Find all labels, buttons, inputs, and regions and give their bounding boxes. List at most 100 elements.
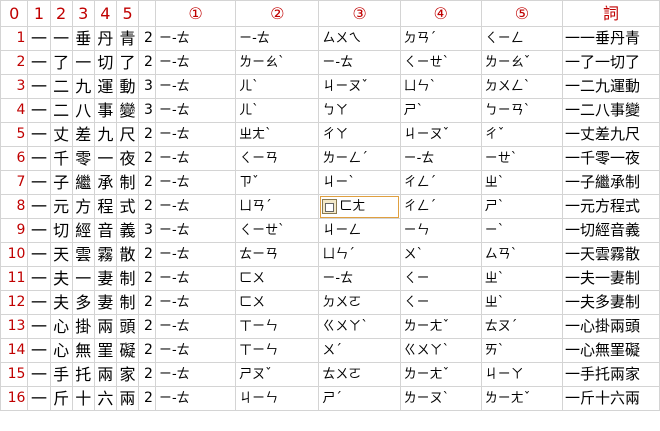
char-cell[interactable]: 罣 xyxy=(93,338,117,363)
count-cell[interactable]: 3 xyxy=(138,98,156,123)
char-cell[interactable]: 繼 xyxy=(71,170,95,195)
column-header-cell[interactable]: 5 xyxy=(115,0,140,27)
char-cell[interactable]: 一 xyxy=(27,218,51,243)
char-cell[interactable]: 一 xyxy=(49,26,73,51)
zhuyin-cell[interactable]: ㄦˋ xyxy=(235,74,320,99)
count-cell[interactable]: 3 xyxy=(138,74,156,99)
char-cell[interactable]: 了 xyxy=(115,50,140,75)
zhuyin-cell[interactable]: ㄧ-ㄊ xyxy=(154,290,237,315)
zhuyin-cell[interactable]: ㄨˊ xyxy=(318,338,401,363)
count-cell[interactable]: 2 xyxy=(138,194,156,219)
zhuyin-cell[interactable]: ㄐㄧㄚ xyxy=(480,362,563,387)
count-cell[interactable]: 3 xyxy=(138,218,156,243)
zhuyin-cell[interactable]: ㄧ-ㄊ xyxy=(154,74,237,99)
zhuyin-cell[interactable]: ㄧ-ㄊ xyxy=(235,26,320,51)
zhuyin-cell[interactable]: ㄑㄧㄝˋ xyxy=(399,50,482,75)
column-header-cell[interactable]: 3 xyxy=(71,0,95,27)
char-cell[interactable]: 霧 xyxy=(93,242,117,267)
char-cell[interactable]: 心 xyxy=(49,338,73,363)
row-number-cell[interactable]: 6 xyxy=(0,146,29,171)
column-header-cell[interactable] xyxy=(138,0,156,27)
zhuyin-cell[interactable]: ㄌㄧㄠˋ xyxy=(235,50,320,75)
char-cell[interactable]: 多 xyxy=(71,290,95,315)
word-cell[interactable]: 一一垂丹青 xyxy=(561,26,660,51)
char-cell[interactable]: 家 xyxy=(115,362,140,387)
char-cell[interactable]: 妻 xyxy=(93,266,117,291)
char-cell[interactable]: 零 xyxy=(71,146,95,171)
row-number-cell[interactable]: 5 xyxy=(0,122,29,147)
zhuyin-cell[interactable]: ㄉㄨㄥˋ xyxy=(480,74,563,99)
count-cell[interactable]: 2 xyxy=(138,170,156,195)
zhuyin-cell[interactable]: ㄑㄧㄥ xyxy=(480,26,563,51)
char-cell[interactable]: 方 xyxy=(71,194,95,219)
char-cell[interactable]: 一 xyxy=(93,146,117,171)
zhuyin-cell[interactable]: ㄐㄧㄣ xyxy=(235,386,320,411)
char-cell[interactable]: 切 xyxy=(93,50,117,75)
count-cell[interactable]: 2 xyxy=(138,314,156,339)
char-cell[interactable]: 二 xyxy=(49,98,73,123)
zhuyin-cell[interactable]: ㄩㄣˋ xyxy=(399,74,482,99)
word-cell[interactable]: 一心無罣礙 xyxy=(561,338,660,363)
zhuyin-cell[interactable]: ㄌㄧㄠˇ xyxy=(480,50,563,75)
zhuyin-cell[interactable]: ㄔㄥˊ xyxy=(399,170,482,195)
column-header-cell[interactable]: ② xyxy=(235,0,320,27)
zhuyin-cell[interactable]: ㄕˋ xyxy=(399,98,482,123)
char-cell[interactable]: 九 xyxy=(93,122,117,147)
column-header-cell[interactable]: 0 xyxy=(0,0,29,27)
word-cell[interactable]: 一二八事變 xyxy=(561,98,660,123)
char-cell[interactable]: 千 xyxy=(49,146,73,171)
zhuyin-cell[interactable]: ㄕˋ xyxy=(480,194,563,219)
char-cell[interactable]: 差 xyxy=(71,122,95,147)
word-cell[interactable]: 一手托兩家 xyxy=(561,362,660,387)
row-number-cell[interactable]: 11 xyxy=(0,266,29,291)
zhuyin-cell[interactable]: ㄌㄧㄤˇ xyxy=(399,314,482,339)
zhuyin-cell[interactable]: ㄞˋ xyxy=(480,338,563,363)
count-cell[interactable]: 2 xyxy=(138,50,156,75)
zhuyin-cell[interactable]: ㄧ-ㄊ xyxy=(154,122,237,147)
count-cell[interactable]: 2 xyxy=(138,122,156,147)
row-number-cell[interactable]: 14 xyxy=(0,338,29,363)
char-cell[interactable]: 尺 xyxy=(115,122,140,147)
count-cell[interactable]: 2 xyxy=(138,26,156,51)
zhuyin-cell[interactable]: ㄧㄝˋ xyxy=(480,146,563,171)
char-cell[interactable]: 元 xyxy=(49,194,73,219)
char-cell[interactable]: 了 xyxy=(49,50,73,75)
zhuyin-cell[interactable]: ㄑㄧㄢ xyxy=(235,146,320,171)
char-cell[interactable]: 一 xyxy=(27,386,51,411)
row-number-cell[interactable]: 12 xyxy=(0,290,29,315)
char-cell[interactable]: 承 xyxy=(93,170,117,195)
zhuyin-cell[interactable]: ㄈㄨ xyxy=(235,266,320,291)
row-number-cell[interactable]: 1 xyxy=(0,26,29,51)
char-cell[interactable]: 一 xyxy=(71,266,95,291)
zhuyin-cell[interactable]: ㄓˋ xyxy=(480,266,563,291)
char-cell[interactable]: 丹 xyxy=(93,26,117,51)
char-cell[interactable]: 一 xyxy=(27,194,51,219)
zhuyin-cell[interactable]: ㄧ-ㄊ xyxy=(154,338,237,363)
zhuyin-cell[interactable]: ㄧㄣ xyxy=(399,218,482,243)
zhuyin-cell[interactable]: ㄩㄣˊ xyxy=(318,242,401,267)
column-header-cell[interactable]: 4 xyxy=(93,0,117,27)
zhuyin-cell[interactable]: ㄧ-ㄊ xyxy=(154,218,237,243)
count-cell[interactable]: 2 xyxy=(138,338,156,363)
row-number-cell[interactable]: 2 xyxy=(0,50,29,75)
zhuyin-cell[interactable]: ㄧ-ㄊ xyxy=(154,194,237,219)
zhuyin-cell[interactable]: ㄕˊ xyxy=(318,386,401,411)
row-number-cell[interactable]: 10 xyxy=(0,242,29,267)
zhuyin-cell[interactable]: ㄧ-ㄊ xyxy=(154,146,237,171)
char-cell[interactable]: 制 xyxy=(115,170,140,195)
column-header-cell[interactable]: ④ xyxy=(399,0,482,27)
char-cell[interactable]: 十 xyxy=(71,386,95,411)
char-cell[interactable]: 一 xyxy=(27,74,51,99)
zhuyin-cell[interactable]: ㄒㄧㄣ xyxy=(235,314,320,339)
column-header-cell[interactable]: ③ xyxy=(318,0,401,27)
zhuyin-cell[interactable]: ㄔㄚ xyxy=(318,122,401,147)
word-cell[interactable]: 一了一切了 xyxy=(561,50,660,75)
word-cell[interactable]: 一丈差九尺 xyxy=(561,122,660,147)
column-header-cell[interactable]: ⑤ xyxy=(480,0,563,27)
char-cell[interactable]: 義 xyxy=(115,218,140,243)
word-cell[interactable]: 一千零一夜 xyxy=(561,146,660,171)
char-cell[interactable]: 一 xyxy=(27,122,51,147)
char-cell[interactable]: 兩 xyxy=(115,386,140,411)
char-cell[interactable]: 八 xyxy=(71,98,95,123)
row-number-cell[interactable]: 13 xyxy=(0,314,29,339)
